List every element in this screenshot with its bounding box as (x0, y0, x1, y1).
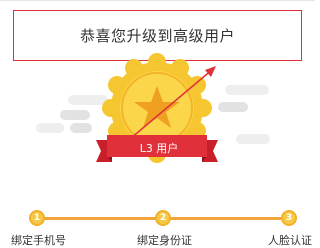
step-3-marker: 3 (281, 210, 297, 226)
step-2-label: 绑定身份证 (137, 234, 192, 247)
step-1-label: 绑定手机号 (11, 234, 66, 247)
step-2-marker: 2 (155, 210, 171, 226)
step-1-marker: 1 (29, 210, 45, 226)
step-3-label: 人脸认证 (268, 234, 312, 247)
level-label: L3 用户 (139, 142, 179, 155)
upgrade-screen: 恭喜您升级到高级用户 L3 用户 1 2 3 绑定手机号 绑定身份证 人脸认证 (0, 0, 315, 248)
